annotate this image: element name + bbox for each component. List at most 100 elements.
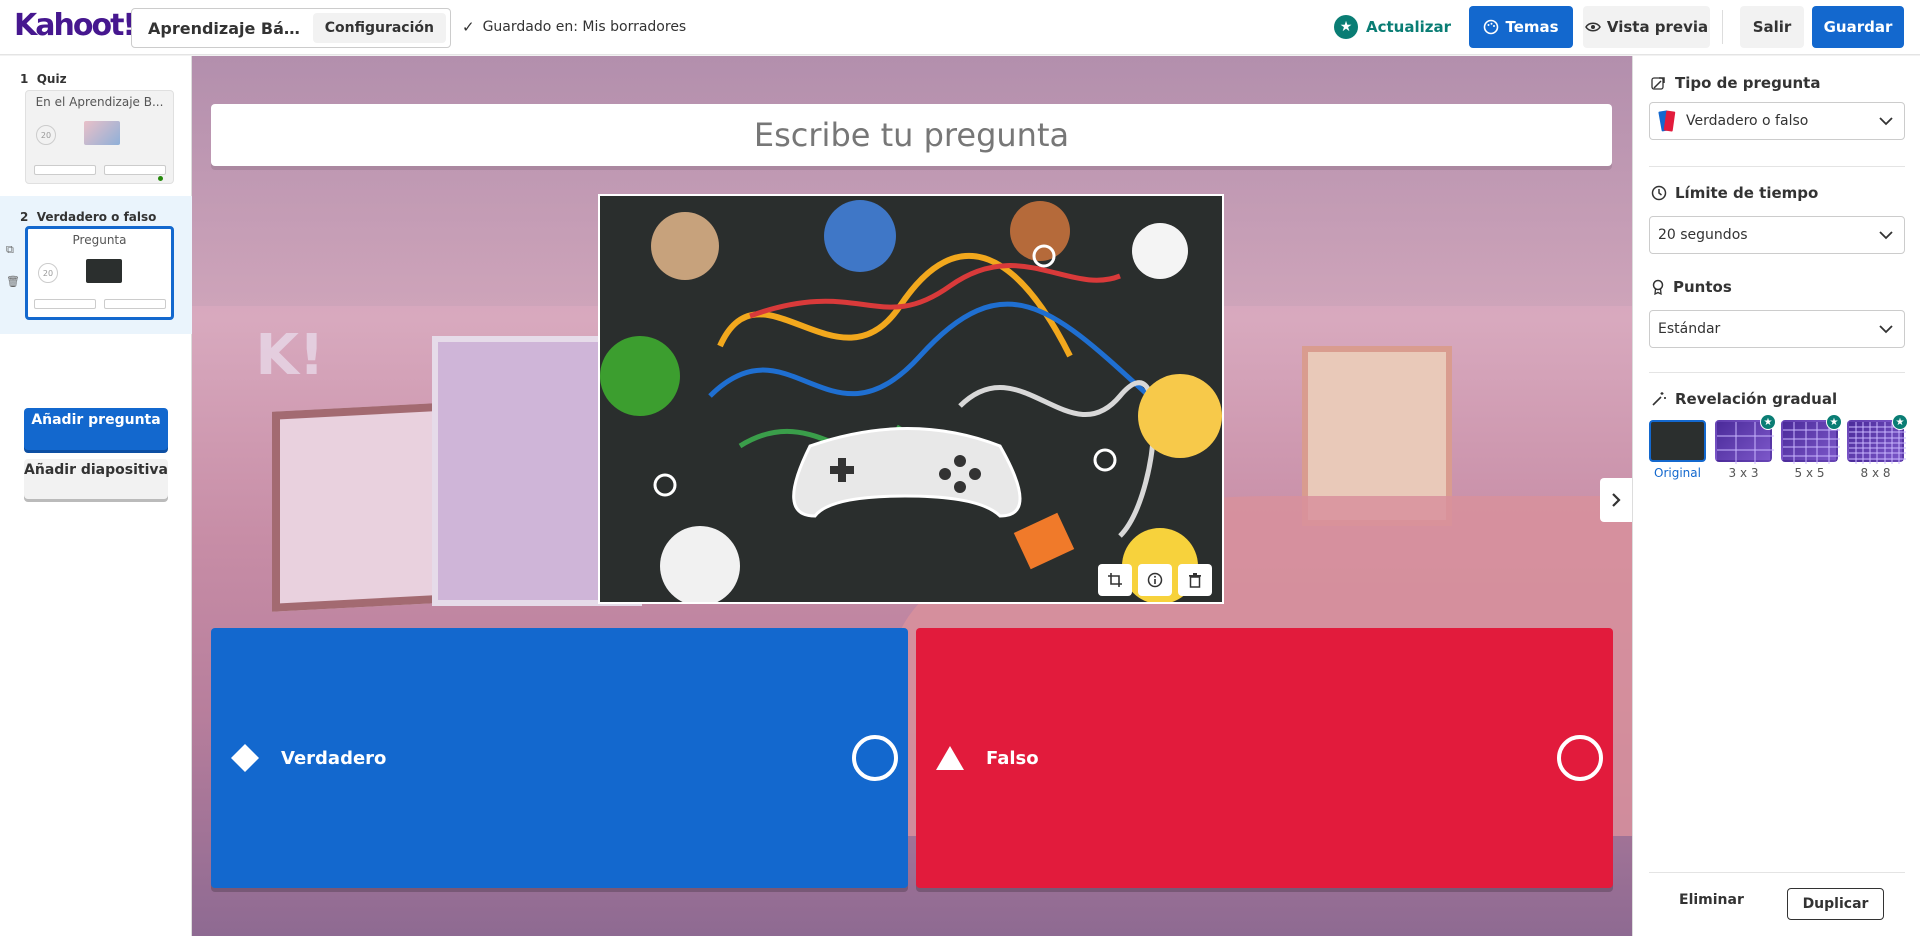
slides-sidebar: 1 Quiz En el Aprendizaje B... 20 2 Verda…	[0, 56, 192, 936]
answer-false[interactable]: Falso	[916, 628, 1613, 888]
preview-button[interactable]: Vista previa	[1583, 6, 1710, 48]
chevron-down-icon	[1879, 231, 1893, 240]
top-bar: Kahoot! Aprendizaje Básico Configuración…	[0, 0, 1920, 55]
points-heading: Puntos	[1651, 278, 1732, 296]
reveal-option-8x8[interactable]: ★ 8 x 8	[1847, 414, 1908, 480]
delete-slide-icon[interactable]: 🗑	[6, 266, 20, 298]
slide-number: 1	[20, 72, 29, 86]
check-icon: ✓	[462, 18, 475, 36]
slide-label: 1 Quiz	[20, 72, 67, 86]
duplicate-question-button[interactable]: Duplicar	[1787, 888, 1884, 920]
slide-item-2[interactable]: 2 Verdadero o falso ⧉ 🗑 Pregunta 20	[0, 196, 192, 334]
thumb-image	[86, 259, 122, 283]
chevron-right-icon[interactable]	[1600, 478, 1632, 522]
thumb-image	[84, 121, 120, 145]
slide-item-1[interactable]: 1 Quiz En el Aprendizaje B... 20	[0, 64, 192, 194]
star-icon: ★	[1334, 15, 1358, 39]
true-false-icon	[1658, 110, 1676, 132]
slide-thumbnail[interactable]: Pregunta 20	[25, 226, 174, 320]
question-settings-panel: Tipo de pregunta Verdadero o falso Límit…	[1632, 56, 1920, 936]
kahoot-title: Aprendizaje Básico	[148, 18, 303, 38]
add-slide-button[interactable]: Añadir diapositiva	[24, 459, 168, 499]
correct-answer-toggle[interactable]	[852, 735, 898, 781]
divider	[1649, 166, 1905, 167]
reveal-option-label: 8 x 8	[1860, 466, 1891, 480]
question-type-title: Tipo de pregunta	[1675, 74, 1821, 92]
time-limit-select[interactable]: 20 segundos	[1649, 216, 1905, 254]
question-input[interactable]: Escribe tu pregunta	[211, 104, 1612, 166]
upgrade-link[interactable]: ★ Actualizar	[1334, 15, 1451, 39]
slide-actions: ⧉ 🗑	[6, 234, 20, 298]
question-type-select[interactable]: Verdadero o falso	[1649, 102, 1905, 140]
duplicate-slide-icon[interactable]: ⧉	[6, 234, 20, 266]
correct-answer-toggle[interactable]	[1557, 735, 1603, 781]
reveal-option-3x3[interactable]: ★ 3 x 3	[1715, 414, 1776, 480]
thumb-title: Pregunta	[72, 233, 127, 247]
save-status: ✓ Guardado en: Mis borradores	[462, 18, 686, 36]
answer-label: Falso	[986, 747, 1039, 769]
add-question-button[interactable]: Añadir pregunta	[24, 408, 168, 450]
reveal-title: Revelación gradual	[1675, 390, 1838, 408]
answer-label: Verdadero	[281, 747, 387, 769]
diamond-icon	[225, 738, 265, 778]
exit-button[interactable]: Salir	[1740, 6, 1804, 48]
info-icon[interactable]	[1138, 564, 1172, 596]
upgrade-label: Actualizar	[1366, 18, 1452, 36]
thumb-answer	[104, 299, 166, 309]
chalkboard-controller-image	[600, 196, 1222, 602]
time-limit-title: Límite de tiempo	[1675, 184, 1819, 202]
medal-icon	[1652, 279, 1664, 295]
slide-number: 2	[20, 210, 29, 224]
eye-icon	[1584, 22, 1601, 32]
slide-type: Verdadero o falso	[36, 210, 157, 224]
thumb-answer	[34, 299, 96, 309]
divider	[1649, 872, 1905, 873]
trash-icon[interactable]	[1178, 564, 1212, 596]
magic-wand-icon	[1652, 392, 1666, 406]
thumb-timer: 20	[38, 263, 58, 283]
question-image[interactable]	[598, 194, 1224, 604]
kahoot-logo[interactable]: Kahoot!	[14, 8, 136, 43]
palette-icon	[1484, 19, 1499, 35]
reveal-option-5x5[interactable]: ★ 5 x 5	[1781, 414, 1842, 480]
time-limit-heading: Límite de tiempo	[1651, 184, 1818, 202]
answer-true[interactable]: Verdadero	[211, 628, 908, 888]
image-toolbar	[1098, 564, 1212, 596]
slide-label: 2 Verdadero o falso	[20, 210, 156, 224]
crop-icon[interactable]	[1098, 564, 1132, 596]
save-status-text: Guardado en: Mis borradores	[482, 19, 687, 35]
points-select[interactable]: Estándar	[1649, 310, 1905, 348]
themes-label: Temas	[1505, 18, 1559, 36]
reveal-option-label: 3 x 3	[1728, 466, 1759, 480]
settings-button[interactable]: Configuración	[312, 13, 446, 43]
slide-thumbnail[interactable]: En el Aprendizaje B... 20	[25, 90, 174, 184]
thumb-answer	[34, 165, 96, 175]
reveal-option-label: Original	[1654, 466, 1701, 480]
reveal-thumbnail: ★	[1847, 414, 1908, 464]
kahoot-crest-decoration: K!	[255, 323, 325, 388]
question-type-icon	[1651, 77, 1665, 90]
premium-star-icon: ★	[1892, 414, 1908, 430]
header-divider	[1722, 10, 1723, 44]
premium-star-icon: ★	[1826, 414, 1842, 430]
kahoot-title-field[interactable]: Aprendizaje Básico Configuración	[131, 8, 451, 48]
points-title: Puntos	[1673, 278, 1732, 296]
question-type-heading: Tipo de pregunta	[1651, 74, 1820, 92]
save-button[interactable]: Guardar	[1812, 6, 1904, 48]
reveal-thumbnail	[1649, 420, 1706, 462]
question-type-value: Verdadero o falso	[1686, 113, 1809, 129]
thumb-answer	[104, 165, 166, 175]
thumb-title: En el Aprendizaje B...	[35, 95, 164, 109]
delete-question-button[interactable]: Eliminar	[1679, 892, 1744, 908]
reveal-option-label: 5 x 5	[1794, 466, 1825, 480]
reveal-option-original[interactable]: Original	[1649, 420, 1706, 480]
chevron-down-icon	[1879, 325, 1893, 334]
reveal-thumbnail: ★	[1781, 414, 1842, 464]
reveal-thumbnail: ★	[1715, 414, 1776, 464]
time-limit-value: 20 segundos	[1658, 227, 1748, 243]
themes-button[interactable]: Temas	[1469, 6, 1573, 48]
points-value: Estándar	[1658, 321, 1721, 337]
premium-star-icon: ★	[1760, 414, 1776, 430]
preview-label: Vista previa	[1606, 18, 1709, 36]
triangle-icon	[930, 738, 970, 778]
